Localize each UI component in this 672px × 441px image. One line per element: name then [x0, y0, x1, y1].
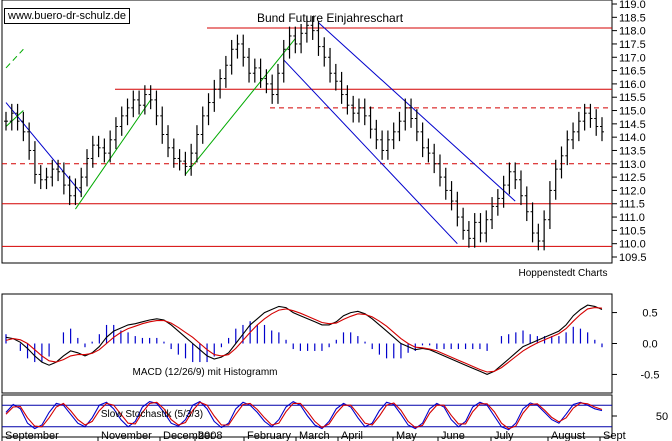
price-tick-label: 119.0	[619, 0, 646, 11]
price-tick-label: 115.5	[619, 92, 646, 104]
price-tick-label: 111.0	[619, 212, 645, 224]
watermark: www.buero-dr-schulz.de	[4, 8, 130, 24]
price-tick-label: 116.0	[619, 79, 646, 91]
x-tick-label: March	[299, 430, 330, 441]
x-tick-label: May	[396, 430, 417, 441]
x-tick-label: 2008	[198, 430, 222, 441]
price-tick-label: 118.0	[619, 26, 646, 38]
stoch-label: Slow Stochastik (5/3/3)	[101, 409, 203, 420]
stoch-tick-label: 50	[656, 411, 668, 423]
price-tick-label: 113.5	[619, 145, 646, 157]
x-tick-label: February	[247, 430, 292, 441]
price-tick-label: 117.0	[619, 52, 646, 64]
x-tick-label: June	[441, 430, 465, 441]
macd-label: MACD (12/26/9) mit Histogramm	[132, 367, 277, 378]
macd-tick-label: 0.0	[642, 339, 657, 351]
price-tick-label: 118.5	[619, 12, 646, 24]
macd-tick-label: -0.5	[641, 369, 660, 381]
x-tick-label: November	[101, 430, 152, 441]
price-tick-label: 116.5	[619, 66, 646, 78]
macd-line	[5, 304, 603, 375]
price-tick-label: 110.0	[619, 239, 646, 251]
price-tick-label: 111.5	[619, 199, 645, 211]
source-note: Hoppenstedt Charts	[519, 268, 608, 279]
price-tick-label: 109.5	[619, 252, 647, 264]
x-tick-label: Sept	[603, 430, 626, 441]
x-tick-label: September	[5, 430, 59, 441]
stoch-d-line	[5, 401, 603, 430]
x-tick-label: April	[341, 430, 363, 441]
x-tick-label: August	[551, 430, 585, 441]
x-tick-label: July	[494, 430, 514, 441]
price-tick-label: 113.0	[619, 159, 646, 171]
chart-title: Bund Future Einjahreschart	[257, 11, 404, 25]
chart-svg: 119.0118.5 118.0117.5117.0 116.5116.0115.5…	[1, 0, 668, 441]
channel-lower-line	[283, 59, 458, 245]
uptrend-line	[184, 38, 296, 175]
price-tick-label: 115.0	[619, 106, 646, 118]
price-tick-label: 117.5	[619, 39, 646, 51]
price-tick-label: 112.0	[619, 185, 646, 197]
price-tick-label: 110.5	[619, 225, 646, 237]
chart-stage: 119.0 118.5 118.0 117.5 117.0 116.5 116.0 115.5…	[0, 0, 672, 441]
uptrend-line	[5, 48, 24, 69]
price-tick-label: 114.5	[619, 119, 646, 131]
macd-tick-label: 0.5	[642, 308, 657, 320]
price-tick-label: 114.0	[619, 132, 646, 144]
price-tick-label: 112.5	[619, 172, 646, 184]
